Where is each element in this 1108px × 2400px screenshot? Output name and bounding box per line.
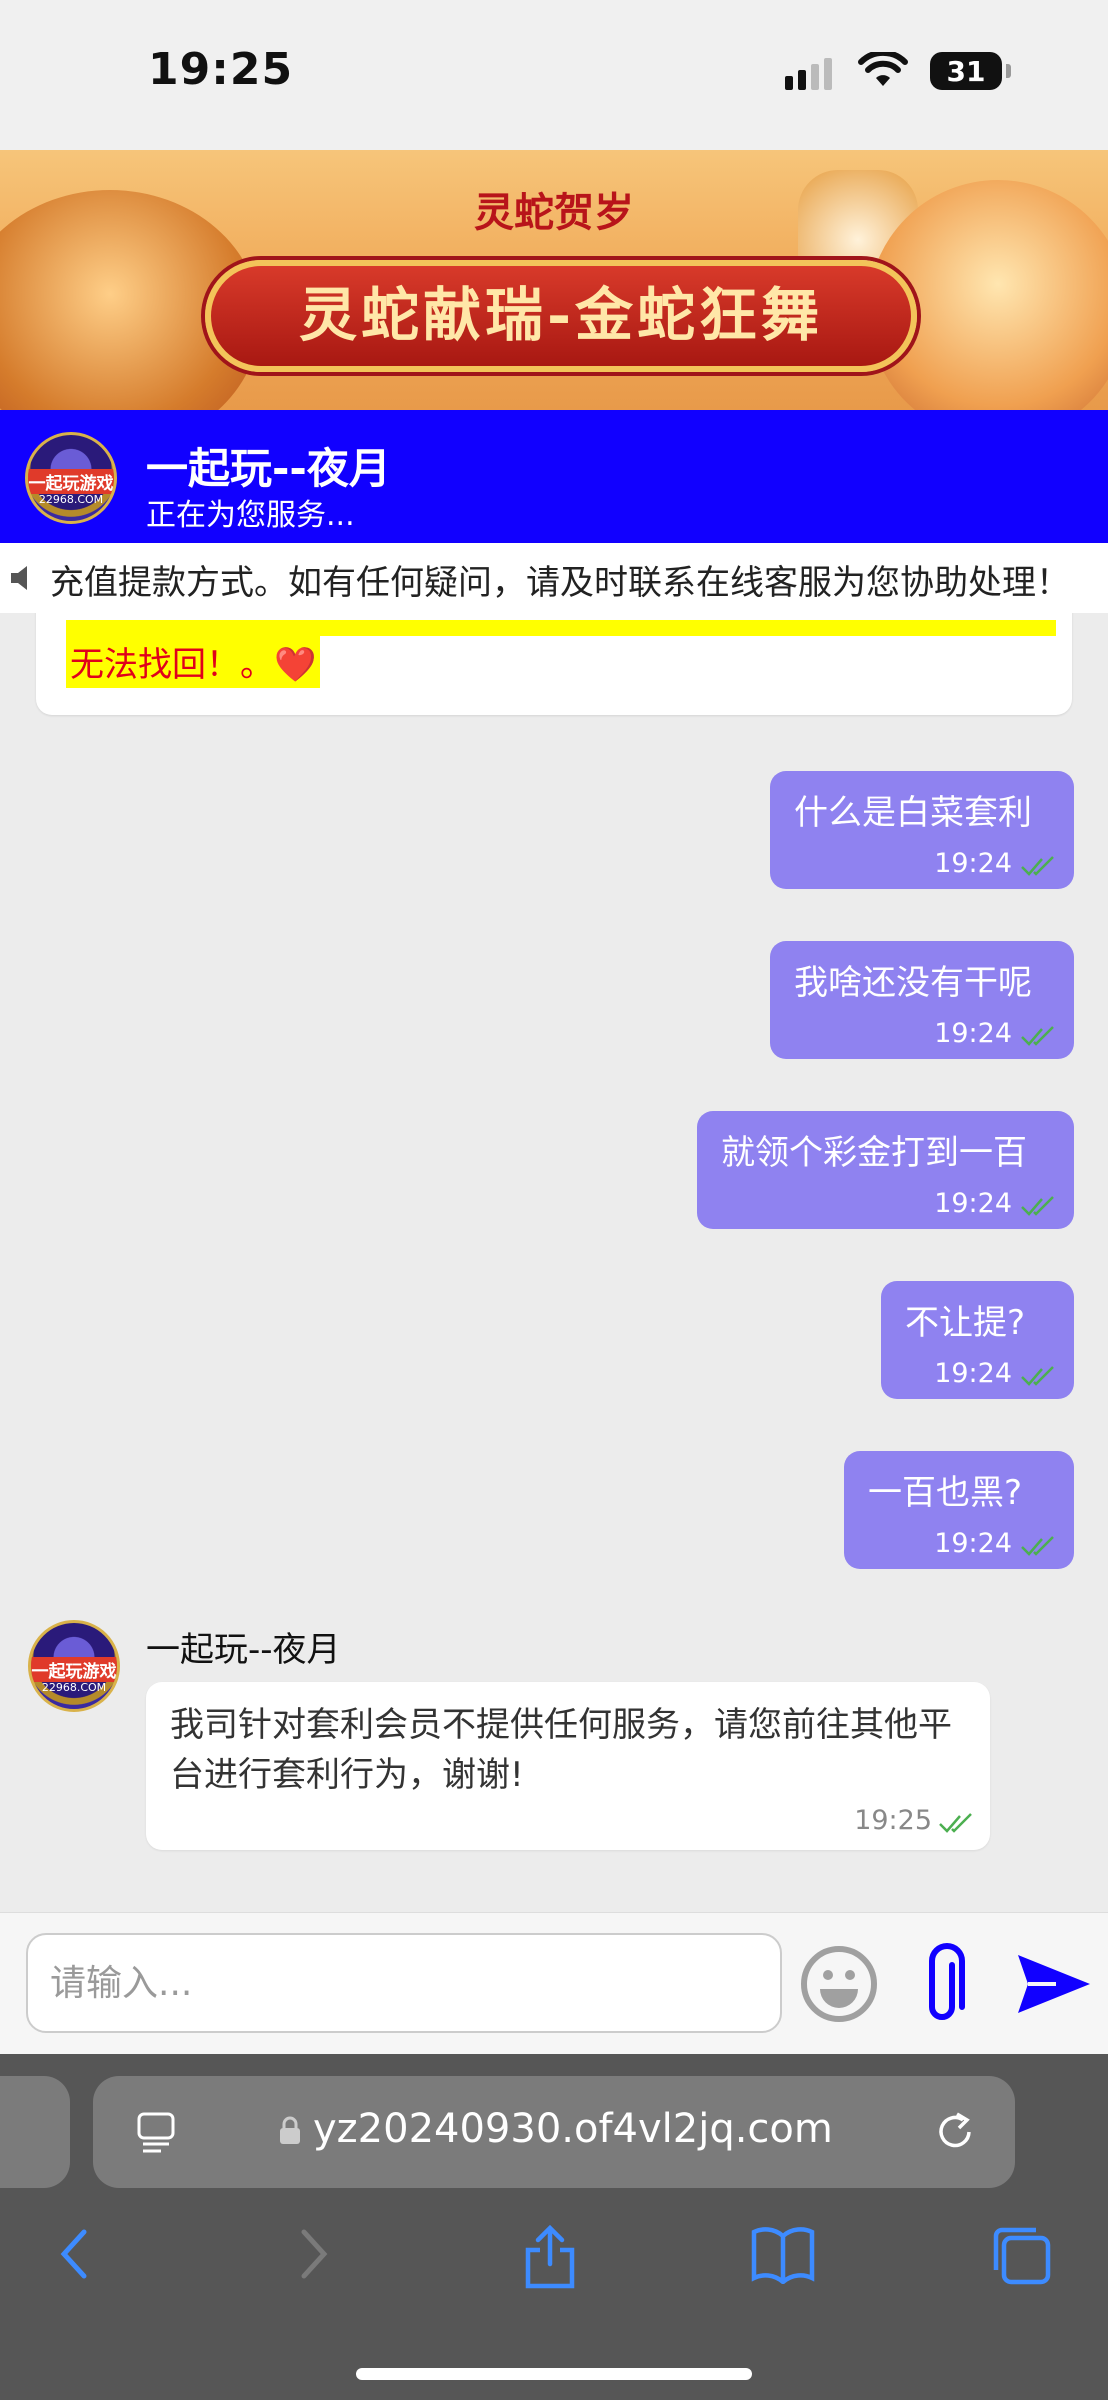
cellular-signal-icon	[785, 58, 832, 90]
send-icon[interactable]	[1016, 1953, 1092, 2015]
user-message[interactable]: 我啥还没有干呢 19:24	[770, 941, 1074, 1059]
tabs-icon[interactable]	[990, 2224, 1052, 2286]
avatar-logo-text: 一起玩游戏	[28, 469, 114, 494]
paperclip-icon[interactable]	[922, 1941, 972, 2027]
status-time: 19:25	[148, 44, 294, 95]
double-check-icon	[939, 1813, 972, 1833]
reload-icon[interactable]	[933, 2110, 977, 2154]
lock-icon	[280, 2116, 300, 2144]
user-message[interactable]: 什么是白菜套利 19:24	[770, 771, 1074, 889]
user-message[interactable]: 一百也黑? 19:24	[844, 1451, 1074, 1569]
agent-status: 正在为您服务...	[146, 498, 355, 533]
back-icon[interactable]	[52, 2224, 96, 2284]
banner-title: 灵蛇献瑞-金蛇狂舞	[298, 281, 824, 349]
message-time: 19:24	[934, 1528, 1012, 1559]
url-text: yz20240930.of4vl2jq.com	[313, 2106, 833, 2152]
user-message[interactable]: 就领个彩金打到一百 19:24	[697, 1111, 1074, 1229]
forward-icon[interactable]	[292, 2224, 336, 2284]
double-check-icon	[1021, 1366, 1054, 1386]
bookmarks-icon[interactable]	[750, 2224, 816, 2284]
chat-header: 一起玩游戏 22968.COM 一起玩--夜月 正在为您服务...	[0, 410, 1108, 543]
emoji-icon[interactable]	[800, 1945, 878, 2023]
message-time: 19:24	[934, 848, 1012, 879]
agent-message-time: 19:25	[854, 1805, 932, 1836]
message-composer	[0, 1912, 1108, 2055]
status-bar: 19:25 31	[0, 0, 1108, 150]
address-bar[interactable]: yz20240930.of4vl2jq.com	[93, 2076, 1015, 2188]
wifi-icon	[858, 52, 908, 86]
double-check-icon	[1021, 1026, 1054, 1046]
double-check-icon	[1021, 856, 1054, 876]
previous-message-text: 无法找回！。❤️	[66, 635, 321, 688]
agent-message-text: 我司针对套利会员不提供任何服务，请您前往其他平台进行套利行为，谢谢!	[170, 1705, 952, 1795]
message-time: 19:24	[934, 1018, 1012, 1049]
user-message[interactable]: 不让提? 19:24	[881, 1281, 1074, 1399]
page-menu-icon[interactable]	[135, 2110, 177, 2156]
message-text: 就领个彩金打到一百	[721, 1133, 1027, 1173]
browser-toolbar: yz20240930.of4vl2jq.com	[0, 2054, 1108, 2400]
message-text: 不让提?	[905, 1303, 1026, 1343]
agent-message[interactable]: 我司针对套利会员不提供任何服务，请您前往其他平台进行套利行为，谢谢! 19:25	[146, 1682, 990, 1850]
notice-text: 充值提款方式。如有任何疑问，请及时联系在线客服为您协助处理！	[50, 563, 1070, 603]
double-check-icon	[1021, 1536, 1054, 1556]
battery-icon: 31	[930, 52, 1011, 90]
double-check-icon	[1021, 1196, 1054, 1216]
agent-name: 一起玩--夜月	[146, 444, 391, 493]
speaker-icon	[11, 566, 27, 590]
highlight-line	[66, 620, 1056, 636]
home-indicator[interactable]	[356, 2368, 752, 2380]
message-input[interactable]	[26, 1933, 782, 2033]
notice-marquee: 充值提款方式。如有任何疑问，请及时联系在线客服为您协助处理！	[0, 543, 1108, 613]
message-text: 什么是白菜套利	[794, 793, 1032, 833]
message-time: 19:24	[934, 1358, 1012, 1389]
share-icon[interactable]	[522, 2224, 578, 2290]
agent-reply-avatar[interactable]: 一起玩游戏 22968.COM	[28, 1620, 120, 1712]
message-text: 一百也黑?	[868, 1473, 1023, 1513]
message-text: 我啥还没有干呢	[794, 963, 1032, 1003]
banner-subtitle: 灵蛇贺岁	[474, 189, 634, 236]
avatar-logo-domain: 22968.COM	[41, 1681, 107, 1694]
avatar-logo-domain: 22968.COM	[38, 493, 104, 506]
previous-tab-peek[interactable]	[0, 2076, 70, 2188]
agent-reply-name: 一起玩--夜月	[146, 1630, 341, 1670]
promo-banner[interactable]: 灵蛇贺岁 灵蛇献瑞-金蛇狂舞	[0, 150, 1108, 410]
message-time: 19:24	[934, 1188, 1012, 1219]
agent-avatar: 一起玩游戏 22968.COM	[25, 432, 117, 524]
avatar-logo-text: 一起玩游戏	[31, 1657, 117, 1682]
